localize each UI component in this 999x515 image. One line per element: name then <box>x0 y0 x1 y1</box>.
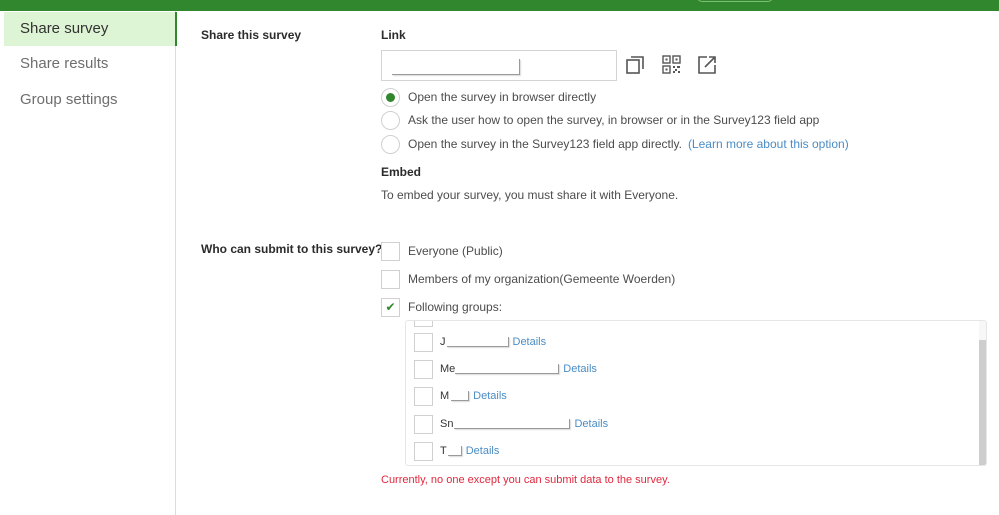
submit-option-everyone[interactable]: Everyone (Public) <box>381 241 503 261</box>
sidebar-item-share-survey[interactable]: Share survey <box>4 12 177 46</box>
group-item: T Details <box>414 441 499 461</box>
checkmark-icon: ✔ <box>385 300 396 314</box>
settings-sidebar: Share survey Share results Group setting… <box>0 11 177 515</box>
qr-code-icon <box>662 55 681 74</box>
open-option-ask[interactable]: Ask the user how to open the survey, in … <box>381 110 819 130</box>
redacted-group-name <box>451 391 470 401</box>
radio-field-app[interactable] <box>381 134 400 154</box>
submit-section-label: Who can submit to this survey? <box>201 242 383 256</box>
group-checkbox[interactable] <box>414 386 433 406</box>
open-external-icon <box>698 56 716 74</box>
link-label: Link <box>381 28 406 42</box>
submit-option-groups-label: Following groups: <box>408 300 503 314</box>
redacted-group-name <box>454 419 571 429</box>
open-survey-button[interactable] <box>696 54 718 76</box>
group-name: M <box>440 390 450 402</box>
redacted-group-name <box>446 337 509 347</box>
open-option-field-app[interactable]: Open the survey in the Survey123 field a… <box>381 134 849 154</box>
redacted-group-name <box>455 364 560 374</box>
open-option-field-app-label: Open the survey in the Survey123 field a… <box>408 137 682 151</box>
embed-label: Embed <box>381 165 422 179</box>
submit-option-groups[interactable]: ✔ Following groups: <box>381 297 502 317</box>
redacted-link-value <box>392 59 520 75</box>
group-details-link[interactable]: Details <box>473 390 507 402</box>
open-option-ask-label: Ask the user how to open the survey, in … <box>408 113 820 127</box>
sidebar-item-group-settings[interactable]: Group settings <box>4 83 176 117</box>
group-item: M Details <box>414 386 507 406</box>
submit-warning-message: Currently, no one except you can submit … <box>381 474 670 486</box>
learn-more-link[interactable]: (Learn more about this option) <box>688 137 849 151</box>
open-option-browser-label: Open the survey in browser directly <box>408 90 597 104</box>
groups-list: J Details Me Details M Details Sn Detail… <box>405 320 987 466</box>
group-name: T <box>440 445 447 457</box>
group-item: J Details <box>414 332 546 352</box>
group-checkbox[interactable] <box>414 359 433 379</box>
group-checkbox[interactable] <box>414 441 433 461</box>
group-details-link[interactable]: Details <box>563 363 597 375</box>
groups-scrollbar-thumb[interactable] <box>979 340 986 465</box>
group-name: Sn <box>440 418 454 430</box>
group-name: Me <box>440 363 456 375</box>
group-name: J <box>440 336 446 348</box>
share-section-label: Share this survey <box>201 28 302 42</box>
copy-icon <box>626 56 644 74</box>
group-item: Me Details <box>414 359 597 379</box>
group-details-link[interactable]: Details <box>466 445 500 457</box>
group-checkbox[interactable] <box>414 414 433 434</box>
submit-option-everyone-label: Everyone (Public) <box>408 244 503 258</box>
group-details-link[interactable]: Details <box>574 418 608 430</box>
group-checkbox[interactable] <box>414 332 433 352</box>
survey-link-input[interactable] <box>381 50 617 81</box>
redacted-group-name <box>447 446 462 456</box>
group-item: Sn Details <box>414 414 608 434</box>
qr-code-button[interactable] <box>661 54 683 76</box>
top-header-bar <box>0 0 999 11</box>
header-button[interactable] <box>697 0 773 2</box>
submit-option-organization-label: Members of my organization(Gemeente Woer… <box>408 272 676 286</box>
radio-open-browser[interactable] <box>381 87 400 107</box>
copy-link-button[interactable] <box>624 54 646 76</box>
groups-scrollbar-track[interactable] <box>979 321 986 465</box>
submit-option-organization[interactable]: Members of my organization(Gemeente Woer… <box>381 269 675 289</box>
group-checkbox-partial[interactable] <box>414 321 433 327</box>
sidebar-item-share-results[interactable]: Share results <box>4 47 176 81</box>
radio-ask-user[interactable] <box>381 110 400 130</box>
checkbox-organization[interactable] <box>381 269 400 289</box>
checkbox-groups[interactable]: ✔ <box>381 297 400 317</box>
open-option-browser[interactable]: Open the survey in browser directly <box>381 87 596 107</box>
group-details-link[interactable]: Details <box>513 336 547 348</box>
embed-text: To embed your survey, you must share it … <box>381 188 679 202</box>
checkbox-everyone[interactable] <box>381 241 400 261</box>
